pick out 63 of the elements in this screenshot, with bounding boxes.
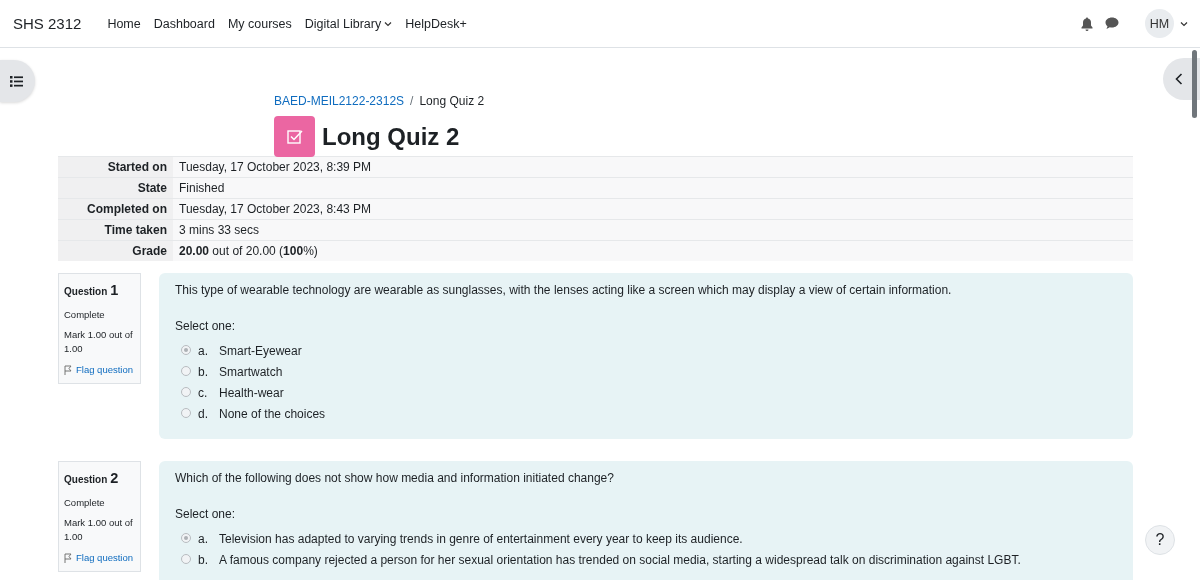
question-status: Complete <box>64 495 106 510</box>
summary-label: State <box>58 177 173 199</box>
caret-icon <box>384 20 393 27</box>
option-letter: a. <box>198 531 209 547</box>
question-text: Which of the following does not show how media and information initiated change? <box>175 471 615 485</box>
bell-icon[interactable] <box>1081 16 1093 31</box>
breadcrumb-link[interactable]: BAED-MEIL2122-2312S <box>274 94 405 108</box>
summary-label: Completed on <box>58 198 173 220</box>
option-text: Smart-Eyewear <box>219 343 302 359</box>
user-avatar[interactable]: HM <box>1145 9 1174 38</box>
radio-button[interactable] <box>181 533 191 543</box>
summary-value: 20.00 out of 20.00 (100%) <box>173 240 1133 261</box>
question-mark: Mark 1.00 out of 1.00 <box>64 516 134 545</box>
summary-value: 3 mins 33 secs <box>173 219 1133 241</box>
question-number: Question 1 <box>64 281 120 300</box>
scrollbar[interactable] <box>1192 50 1197 118</box>
nav-link[interactable]: My courses <box>227 16 292 31</box>
caret-icon[interactable] <box>1180 20 1188 27</box>
option-letter: c. <box>198 385 209 401</box>
breadcrumb-separator: / <box>410 94 414 108</box>
summary-value: Finished <box>173 177 1133 199</box>
summary-label: Started on <box>58 156 173 178</box>
quiz-icon <box>274 116 315 157</box>
question-text: This type of wearable technology are wearable as sunglasses, with the lenses acting like a screen which may display a view of certain information. <box>175 283 953 297</box>
breadcrumb-current: Long Quiz 2 <box>419 94 485 108</box>
option-text: Health-wear <box>219 385 284 401</box>
select-prompt: Select one: <box>175 507 237 521</box>
option-letter: b. <box>198 552 209 568</box>
radio-button[interactable] <box>181 408 191 418</box>
chevron-left-icon <box>1175 73 1183 85</box>
option-letter: a. <box>198 343 209 359</box>
summary-value: Tuesday, 17 October 2023, 8:43 PM <box>173 198 1133 220</box>
question-status: Complete <box>64 307 106 322</box>
flag-icon <box>64 552 72 563</box>
option-text: Smartwatch <box>219 364 283 380</box>
option-letter: b. <box>198 364 209 380</box>
nav-link[interactable]: Digital Library <box>304 16 393 31</box>
summary-label: Time taken <box>58 219 173 241</box>
page-title: Long Quiz 2 <box>322 122 460 151</box>
question-mark: Mark 1.00 out of 1.00 <box>64 328 134 357</box>
option-text: Television has adapted to varying trends in genre of entertainment every year to keep its audience. <box>219 531 743 547</box>
summary-value: Tuesday, 17 October 2023, 8:39 PM <box>173 156 1133 178</box>
flag-question-link[interactable]: Flag question <box>64 362 134 377</box>
chat-icon[interactable] <box>1105 17 1119 30</box>
radio-button[interactable] <box>181 366 191 376</box>
option-letter: d. <box>198 406 209 422</box>
question-number: Question 2 <box>64 469 120 488</box>
option-text: A famous company rejected a person for her sexual orientation has trended on social media, starting a widespread talk on discrimination against LGBT. <box>219 552 1021 568</box>
nav-link[interactable]: Dashboard <box>153 16 215 31</box>
help-button[interactable]: ? <box>1145 525 1175 555</box>
radio-button[interactable] <box>181 387 191 397</box>
radio-button[interactable] <box>181 345 191 355</box>
option-text: None of the choices <box>219 406 326 422</box>
nav-link[interactable]: HelpDesk+ <box>405 16 467 31</box>
flag-question-link[interactable]: Flag question <box>64 550 134 565</box>
nav-link[interactable]: Home <box>107 16 141 31</box>
flag-icon <box>64 364 72 375</box>
select-prompt: Select one: <box>175 319 237 333</box>
course-index-button[interactable] <box>0 60 35 102</box>
list-icon <box>10 75 23 87</box>
site-name[interactable]: SHS 2312 <box>13 15 82 32</box>
summary-label: Grade <box>58 240 173 261</box>
radio-button[interactable] <box>181 554 191 564</box>
